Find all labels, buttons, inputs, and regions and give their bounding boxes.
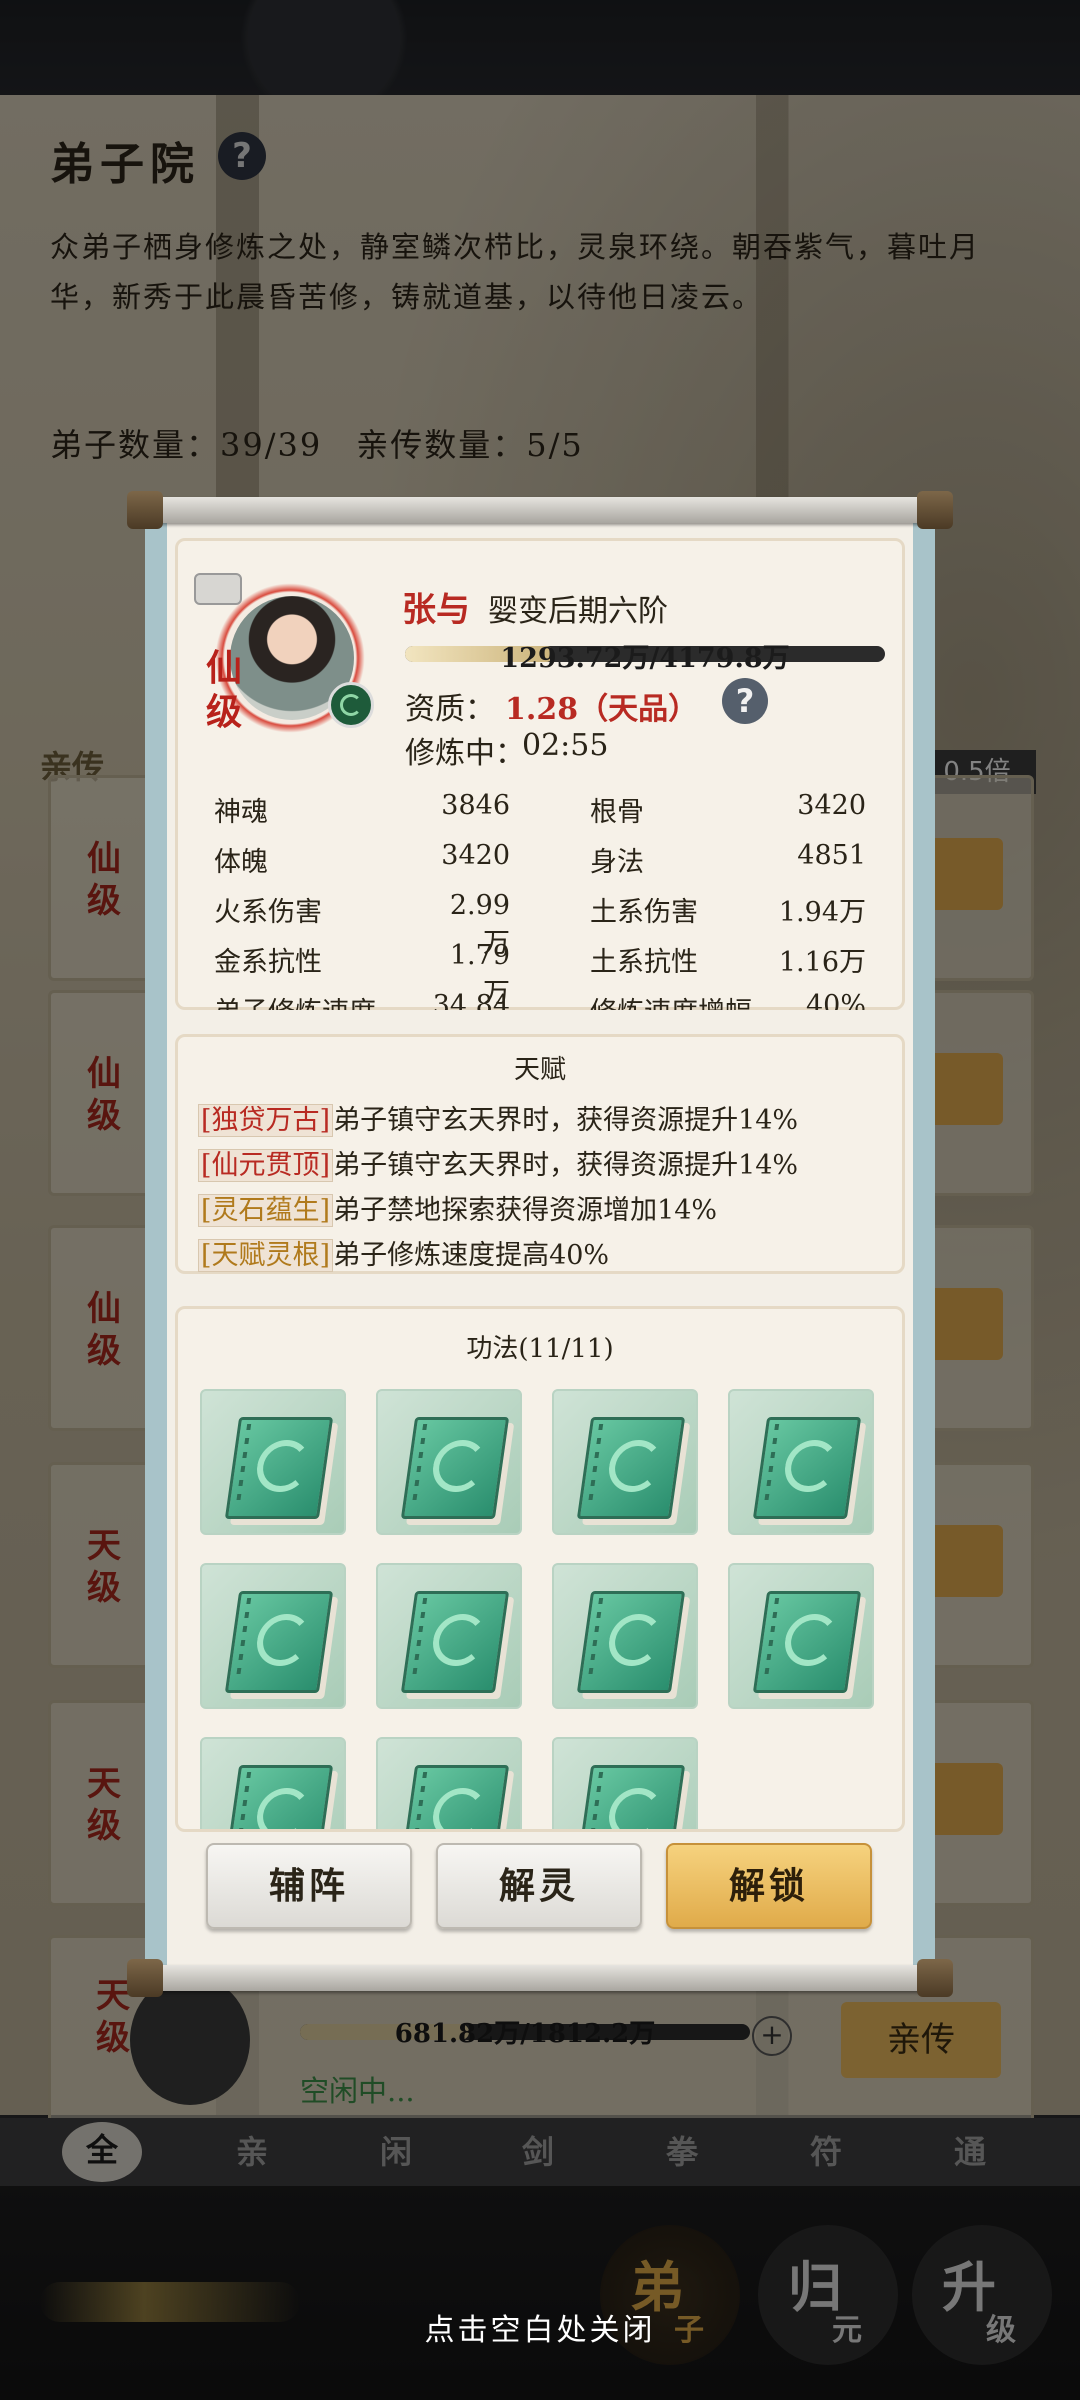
skill-slot[interactable] <box>200 1563 346 1709</box>
skill-slot[interactable] <box>376 1389 522 1535</box>
stat-row: 弟子修炼速度 34.84万 修炼速度增幅 40% <box>210 990 880 1010</box>
stat-row: 火系伤害 2.99万 土系伤害 1.94万 <box>210 890 880 959</box>
stat-name: 弟子修炼速度 <box>214 990 376 1010</box>
skill-slot[interactable] <box>200 1737 346 1829</box>
book-icon <box>576 1417 686 1519</box>
stat-value: 3420 <box>441 840 510 871</box>
stat-name: 体魄 <box>214 847 268 878</box>
talent-tag: [仙元贯顶] <box>198 1149 334 1182</box>
book-icon <box>752 1591 862 1693</box>
book-icon <box>752 1417 862 1519</box>
talent-tag: [独贷万古] <box>198 1104 334 1137</box>
rank-badge: 仙级 <box>205 647 242 733</box>
exp-text: 1293.72万/4179.8万 <box>500 643 790 674</box>
formation-button[interactable]: 辅阵 <box>206 1843 412 1929</box>
scroll-rod-bottom <box>127 1959 953 1997</box>
book-icon <box>400 1591 510 1693</box>
stat-value: 3846 <box>441 790 510 821</box>
stat-name: 修炼速度增幅 <box>590 990 752 1010</box>
disciple-name: 张与 <box>402 590 470 630</box>
book-icon <box>400 1765 510 1829</box>
book-icon <box>576 1765 686 1829</box>
aptitude-value: 1.28（天品） <box>505 692 699 727</box>
talent-row: [灵石蕴生] 弟子禁地探索获得资源增加14% <box>198 1188 717 1227</box>
skill-slot[interactable] <box>552 1737 698 1829</box>
scroll-rod-top <box>127 491 953 529</box>
stats-list[interactable]: 神魂 3846 根骨 3420 体魄 3420 身法 4851 火系伤害 2.9… <box>210 790 880 1010</box>
skills-title: 功法(11/11) <box>466 1334 614 1364</box>
stat-name: 土系抗性 <box>590 947 698 978</box>
stat-name: 火系伤害 <box>214 897 322 928</box>
stat-name: 神魂 <box>214 797 268 828</box>
wood-element-icon <box>328 682 374 728</box>
aptitude-label: 资质： <box>405 692 495 727</box>
unlock-button[interactable]: 解锁 <box>666 1843 872 1929</box>
skill-slot[interactable] <box>728 1563 874 1709</box>
skill-slot[interactable] <box>376 1737 522 1829</box>
talent-row: [独贷万古] 弟子镇守玄天界时，获得资源提升14% <box>198 1098 798 1137</box>
stat-value: 34.84万 <box>432 990 510 1010</box>
stat-name: 土系伤害 <box>590 897 698 928</box>
skill-slot[interactable] <box>376 1563 522 1709</box>
skill-slot[interactable] <box>552 1389 698 1535</box>
talent-title: 天赋 <box>513 1055 566 1085</box>
book-icon <box>576 1591 686 1693</box>
cultivating-timer: 02:55 <box>522 728 609 763</box>
stat-name: 金系抗性 <box>214 947 322 978</box>
stat-value: 40% <box>805 990 866 1010</box>
skill-slot[interactable] <box>552 1563 698 1709</box>
talent-desc: 弟子镇守玄天界时，获得资源提升14% <box>333 1150 799 1181</box>
talent-row: [天赋灵根] 弟子修炼速度提高40% <box>198 1233 609 1272</box>
talent-desc: 弟子镇守玄天界时，获得资源提升14% <box>333 1105 799 1136</box>
talent-tag: [灵石蕴生] <box>198 1194 334 1227</box>
cultivating-label: 修炼中： <box>405 736 525 771</box>
stat-value: 1.16万 <box>778 947 866 978</box>
talent-desc: 弟子禁地探索获得资源增加14% <box>333 1195 718 1226</box>
book-icon <box>400 1417 510 1519</box>
talent-desc: 弟子修炼速度提高40% <box>333 1240 610 1271</box>
skill-slot[interactable] <box>728 1389 874 1535</box>
stat-row: 体魄 3420 身法 4851 <box>210 840 880 890</box>
stat-value: 4851 <box>797 840 866 871</box>
help-icon[interactable]: ? <box>722 678 768 724</box>
skills-panel <box>175 1306 905 1832</box>
stat-name: 身法 <box>590 847 644 878</box>
talent-tag: [天赋灵根] <box>198 1239 334 1272</box>
talent-row: [仙元贯顶] 弟子镇守玄天界时，获得资源提升14% <box>198 1143 798 1182</box>
stat-value: 3420 <box>797 790 866 821</box>
stat-value: 1.94万 <box>778 897 866 928</box>
book-icon <box>224 1417 334 1519</box>
stat-name: 根骨 <box>590 797 644 828</box>
close-hint[interactable]: 点击空白处关闭 <box>0 2305 1080 2349</box>
book-icon <box>224 1591 334 1693</box>
disciple-realm: 婴变后期六阶 <box>488 594 668 629</box>
release-spirit-button[interactable]: 解灵 <box>436 1843 642 1929</box>
stat-row: 神魂 3846 根骨 3420 <box>210 790 880 840</box>
book-icon <box>224 1765 334 1829</box>
stat-row: 金系抗性 1.79万 土系抗性 1.16万 <box>210 940 880 1009</box>
skill-slot[interactable] <box>200 1389 346 1535</box>
tag-icon <box>194 573 242 605</box>
